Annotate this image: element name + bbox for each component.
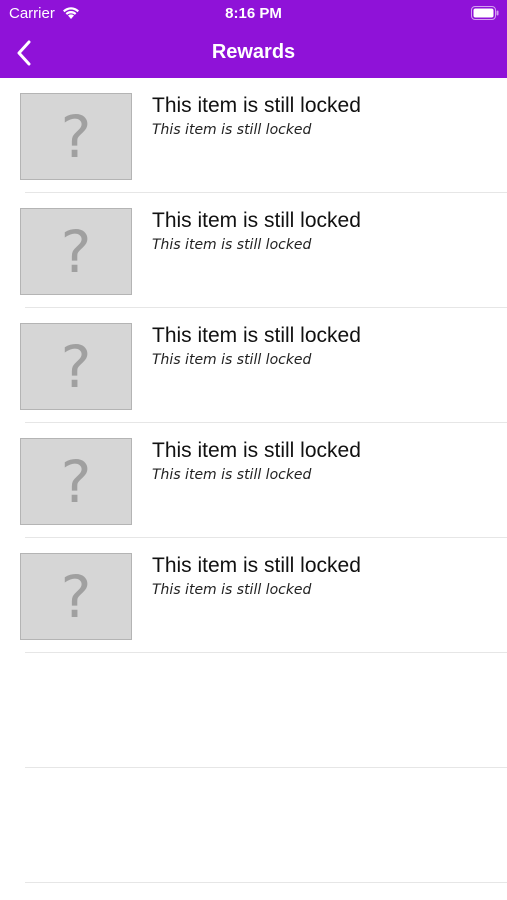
status-time: 8:16 PM [225, 5, 282, 22]
question-mark-icon: ? [60, 217, 92, 286]
list-item[interactable]: ? This item is still locked This item is… [0, 538, 507, 653]
page-title: Rewards [211, 41, 296, 63]
empty-row [0, 768, 507, 883]
item-title: This item is still locked [152, 324, 361, 347]
locked-item-thumbnail: ? [20, 93, 132, 180]
item-title: This item is still locked [152, 94, 361, 117]
question-mark-icon: ? [60, 102, 92, 171]
question-mark-icon: ? [60, 332, 92, 401]
item-title: This item is still locked [152, 439, 361, 462]
item-subtitle: This item is still locked [152, 352, 312, 368]
row-divider [25, 882, 507, 883]
status-bar: Carrier 8:16 PM [0, 0, 507, 28]
locked-item-thumbnail: ? [20, 438, 132, 525]
item-subtitle: This item is still locked [152, 582, 312, 598]
list-item[interactable]: ? This item is still locked This item is… [0, 423, 507, 538]
item-subtitle: This item is still locked [152, 237, 312, 253]
list-item[interactable]: ? This item is still locked This item is… [0, 78, 507, 193]
question-mark-icon: ? [60, 447, 92, 516]
item-title: This item is still locked [152, 554, 361, 577]
list-item[interactable]: ? This item is still locked This item is… [0, 193, 507, 308]
item-subtitle: This item is still locked [152, 122, 312, 138]
locked-item-thumbnail: ? [20, 323, 132, 410]
empty-row [0, 653, 507, 768]
locked-item-thumbnail: ? [20, 208, 132, 295]
list-item[interactable]: ? This item is still locked This item is… [0, 308, 507, 423]
rewards-list: ? This item is still locked This item is… [0, 78, 507, 883]
item-title: This item is still locked [152, 209, 361, 232]
item-subtitle: This item is still locked [152, 467, 312, 483]
battery-icon [471, 6, 499, 20]
navigation-bar: Rewards [0, 28, 507, 78]
question-mark-icon: ? [60, 562, 92, 631]
locked-item-thumbnail: ? [20, 553, 132, 640]
top-bar: Carrier 8:16 PM Rewards [0, 0, 507, 78]
